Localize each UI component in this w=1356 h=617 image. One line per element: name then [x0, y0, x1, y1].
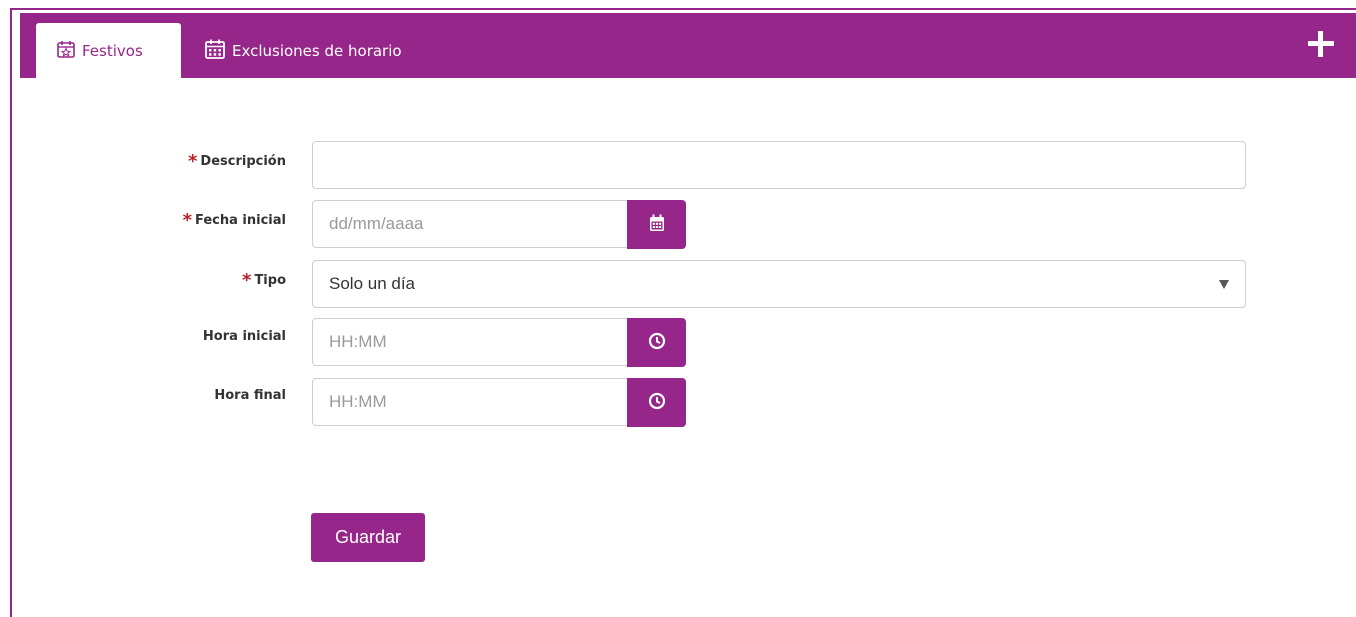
fecha-inicial-label: * Fecha inicial [182, 210, 286, 231]
add-button[interactable] [1308, 31, 1334, 57]
tipo-label: * Tipo [242, 270, 286, 291]
required-asterisk: * [188, 151, 198, 172]
calendar-grid-icon [204, 38, 232, 64]
tipo-selected-value: Solo un día [329, 274, 416, 293]
fecha-inicial-placeholder: dd/mm/aaaa [329, 214, 424, 233]
tipo-select[interactable]: Solo un día [312, 260, 1246, 308]
dropdown-arrow-icon [1219, 280, 1229, 289]
tab-bar: Festivos Exclusiones de horario [20, 13, 1356, 78]
tab-festivos[interactable]: Festivos [36, 23, 181, 78]
required-asterisk: * [242, 270, 252, 291]
required-asterisk: * [182, 210, 192, 231]
clock-icon [648, 332, 666, 354]
descripcion-label: * Descripción [188, 151, 286, 172]
calendar-icon [649, 214, 665, 236]
hora-inicial-label: Hora inicial [202, 329, 286, 344]
hora-final-placeholder: HH:MM [329, 392, 387, 411]
clock-icon [648, 392, 666, 414]
hora-inicial-placeholder: HH:MM [329, 332, 387, 351]
hora-inicial-input[interactable]: HH:MM [312, 318, 628, 366]
fecha-inicial-calendar-button[interactable] [627, 200, 686, 249]
tab-festivos-label: Festivos [82, 41, 143, 60]
tab-exclusiones-de-horario[interactable]: Exclusiones de horario [204, 23, 402, 78]
form-panel [10, 8, 1356, 617]
hora-final-clock-button[interactable] [627, 378, 686, 427]
hora-inicial-clock-button[interactable] [627, 318, 686, 367]
descripcion-input[interactable] [312, 141, 1246, 189]
fecha-inicial-input[interactable]: dd/mm/aaaa [312, 200, 628, 248]
calendar-star-icon [56, 39, 82, 63]
tab-exclusiones-label: Exclusiones de horario [232, 41, 402, 60]
hora-final-input[interactable]: HH:MM [312, 378, 628, 426]
hora-final-label: Hora final [214, 388, 286, 403]
save-button[interactable]: Guardar [311, 513, 425, 562]
